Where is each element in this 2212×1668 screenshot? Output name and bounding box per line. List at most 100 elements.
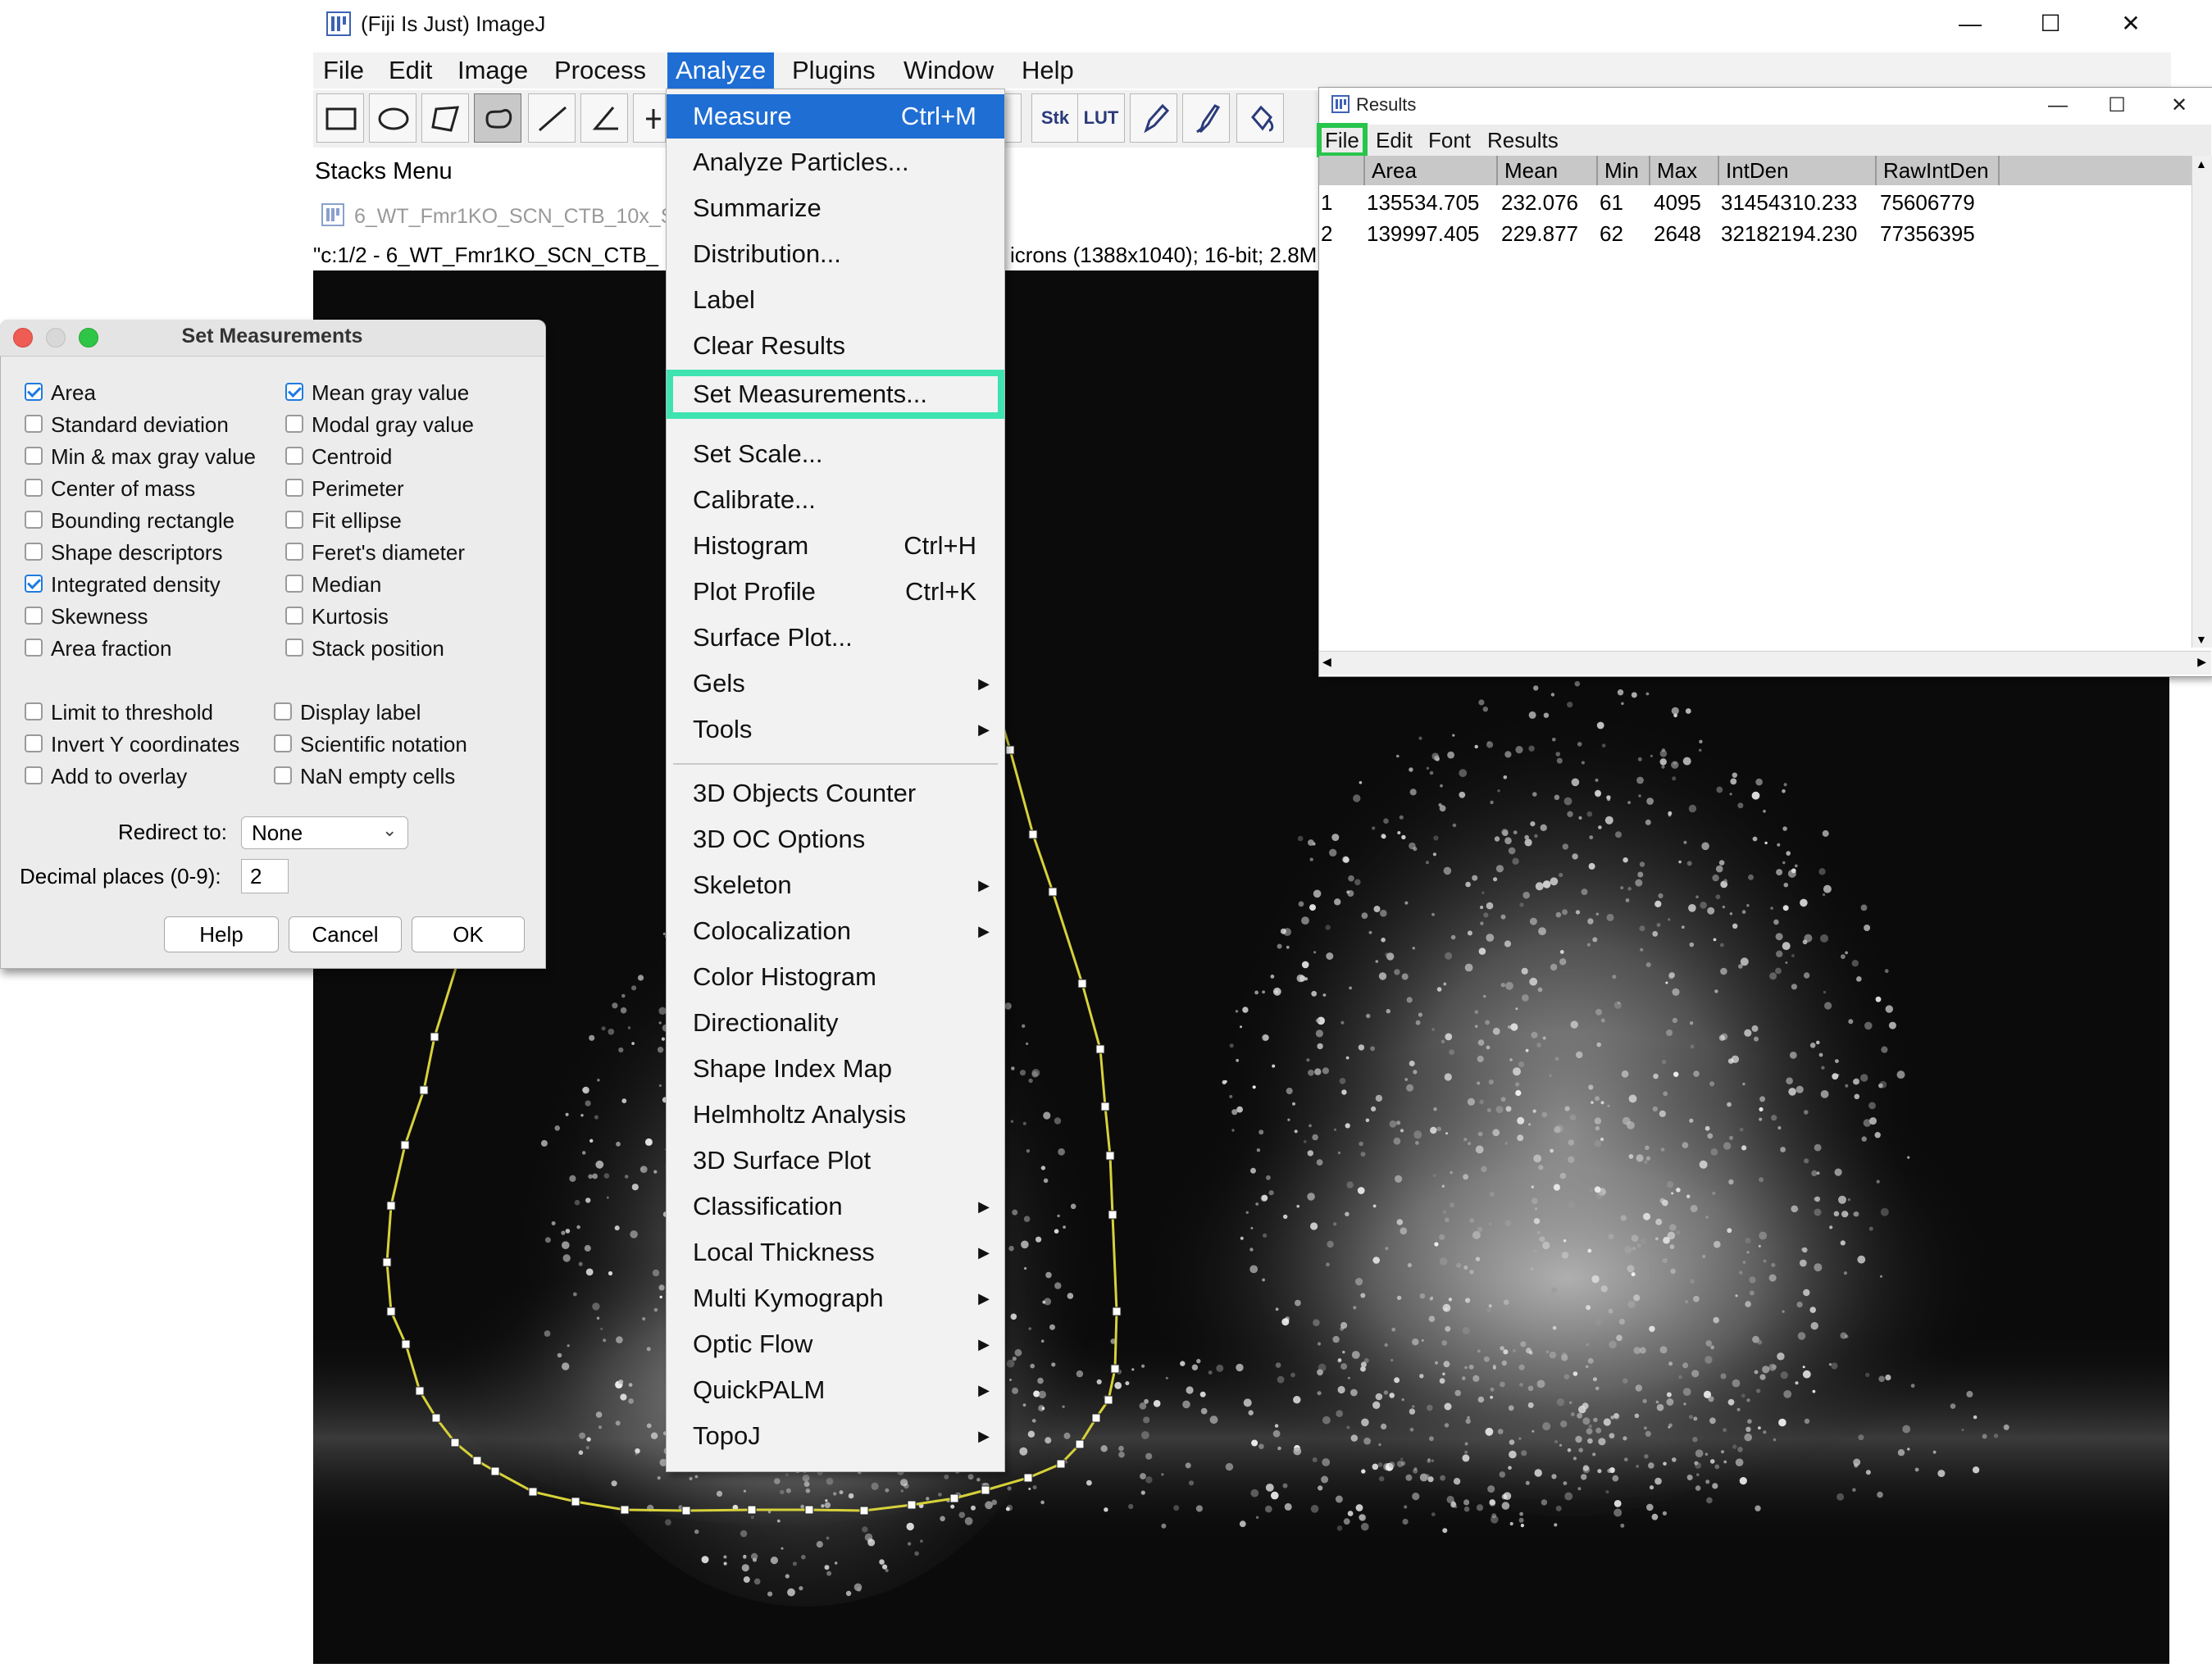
results-row-2-area[interactable]: 139997.405 xyxy=(1367,218,1479,249)
results-row-1-max[interactable]: 4095 xyxy=(1654,187,1701,218)
roi-handle[interactable] xyxy=(415,1386,425,1396)
option-scientific-notation[interactable]: Scientific notation xyxy=(274,729,467,760)
results-row-2-min[interactable]: 62 xyxy=(1600,218,1623,249)
freehand-tool[interactable] xyxy=(474,93,521,143)
menu-item-plot-profile[interactable]: Plot Profile Ctrl+K xyxy=(667,570,1004,614)
scroll-up-icon[interactable]: ▲ xyxy=(2196,157,2207,170)
oval-tool[interactable] xyxy=(369,93,416,143)
option-center-of-mass[interactable]: Center of mass xyxy=(25,473,195,504)
roi-handle[interactable] xyxy=(450,1438,460,1448)
roi-handle[interactable] xyxy=(1112,1307,1122,1316)
menu-item-measure[interactable]: Measure Ctrl+M xyxy=(667,94,1004,139)
results-horizontal-scrollbar[interactable]: ◀ ▶ xyxy=(1319,651,2211,675)
minimize-button[interactable]: — xyxy=(1941,5,1999,43)
roi-handle[interactable] xyxy=(747,1505,757,1515)
option-bounding-rectangle[interactable]: Bounding rectangle xyxy=(25,505,234,536)
menu-item-skeleton[interactable]: Skeleton ▶ xyxy=(667,863,1004,907)
option-centroid[interactable]: Centroid xyxy=(285,441,392,472)
menu-item-summarize[interactable]: Summarize xyxy=(667,186,1004,230)
menu-item-colocalization[interactable]: Colocalization ▶ xyxy=(667,909,1004,953)
pencil-tool[interactable] xyxy=(1130,93,1177,143)
results-row-2-max[interactable]: 2648 xyxy=(1654,218,1701,249)
roi-handle[interactable] xyxy=(1005,745,1015,755)
option-invert-y-coordinates[interactable]: Invert Y coordinates xyxy=(25,729,239,760)
menu-item-3d-surface-plot[interactable]: 3D Surface Plot xyxy=(667,1139,1004,1183)
results-col-min[interactable]: Min xyxy=(1598,156,1650,185)
menu-item-clear-results[interactable]: Clear Results xyxy=(667,324,1004,368)
roi-handle[interactable] xyxy=(1048,887,1058,897)
checkbox[interactable] xyxy=(285,511,303,529)
menu-item-label[interactable]: Label xyxy=(667,278,1004,322)
menu-item-distribution[interactable]: Distribution... xyxy=(667,232,1004,276)
checkbox[interactable] xyxy=(25,383,43,402)
roi-handle[interactable] xyxy=(620,1505,630,1515)
lut-tool[interactable]: LUT xyxy=(1077,93,1125,143)
roi-handle[interactable] xyxy=(528,1487,538,1497)
results-row-1-intden[interactable]: 31454310.233 xyxy=(1721,187,1857,218)
menu-item-set-measurements[interactable]: Set Measurements... xyxy=(667,370,1004,419)
option-limit-to-threshold[interactable]: Limit to threshold xyxy=(25,697,213,728)
menu-plugins[interactable]: Plugins xyxy=(784,52,884,89)
results-vertical-scrollbar[interactable]: ▲ ▼ xyxy=(2192,156,2212,648)
scroll-right-icon[interactable]: ▶ xyxy=(2197,655,2206,669)
results-col-max[interactable]: Max xyxy=(1650,156,1719,185)
roi-handle[interactable] xyxy=(1104,1395,1113,1405)
cancel-button[interactable]: Cancel xyxy=(289,916,402,952)
checkbox[interactable] xyxy=(25,766,43,785)
checkbox[interactable] xyxy=(274,702,292,721)
roi-handle[interactable] xyxy=(382,1257,392,1267)
menu-item-quickpalm[interactable]: QuickPALM ▶ xyxy=(667,1368,1004,1412)
roi-handle[interactable] xyxy=(1091,1413,1101,1423)
checkbox[interactable] xyxy=(25,479,43,498)
checkbox[interactable] xyxy=(274,766,292,785)
option-kurtosis[interactable]: Kurtosis xyxy=(285,601,389,632)
point-tool[interactable] xyxy=(633,93,666,143)
brush-tool[interactable] xyxy=(1182,93,1230,143)
results-row-1-area[interactable]: 135534.705 xyxy=(1367,187,1479,218)
roi-handle[interactable] xyxy=(431,1413,441,1423)
menu-item-gels[interactable]: Gels ▶ xyxy=(667,661,1004,706)
option-min-max-gray-value[interactable]: Min & max gray value xyxy=(25,441,256,472)
menu-item-classification[interactable]: Classification ▶ xyxy=(667,1184,1004,1229)
results-row-1-min[interactable]: 61 xyxy=(1600,187,1623,218)
menu-item-local-thickness[interactable]: Local Thickness ▶ xyxy=(667,1230,1004,1275)
checkbox[interactable] xyxy=(25,734,43,753)
results-col-index[interactable] xyxy=(1319,156,1365,185)
roi-handle[interactable] xyxy=(1023,1473,1033,1483)
results-minimize-button[interactable]: — xyxy=(2033,90,2082,121)
results-row-2-rawintden[interactable]: 77356395 xyxy=(1880,218,1975,249)
menu-item-surface-plot[interactable]: Surface Plot... xyxy=(667,616,1004,660)
checkbox[interactable] xyxy=(285,479,303,498)
results-col-mean[interactable]: Mean xyxy=(1498,156,1598,185)
results-menu-file[interactable]: File xyxy=(1317,123,1368,157)
roi-handle[interactable] xyxy=(1056,1459,1066,1469)
results-maximize-button[interactable]: ☐ xyxy=(2092,90,2141,121)
roi-handle[interactable] xyxy=(1095,1044,1105,1054)
roi-handle[interactable] xyxy=(386,1201,396,1211)
stacks-tool[interactable]: Stk xyxy=(1031,93,1079,143)
results-col-intden[interactable]: IntDen xyxy=(1719,156,1877,185)
roi-handle[interactable] xyxy=(949,1493,959,1503)
results-col-area[interactable]: Area xyxy=(1365,156,1498,185)
roi-handle[interactable] xyxy=(1028,829,1038,839)
close-button[interactable]: ✕ xyxy=(2102,5,2160,43)
option-shape-descriptors[interactable]: Shape descriptors xyxy=(25,537,223,568)
results-menu-results[interactable]: Results xyxy=(1481,125,1565,156)
help-button[interactable]: Help xyxy=(164,916,279,952)
option-median[interactable]: Median xyxy=(285,569,381,600)
flood-fill-tool[interactable] xyxy=(1236,93,1284,143)
menu-image[interactable]: Image xyxy=(449,52,536,89)
menu-item-optic-flow[interactable]: Optic Flow ▶ xyxy=(667,1322,1004,1366)
roi-handle[interactable] xyxy=(1108,1210,1117,1220)
menu-window[interactable]: Window xyxy=(895,52,1002,89)
roi-handle[interactable] xyxy=(804,1505,814,1515)
option-mean-gray-value[interactable]: Mean gray value xyxy=(285,377,469,408)
menu-item-color-histogram[interactable]: Color Histogram xyxy=(667,955,1004,999)
line-tool[interactable] xyxy=(528,93,576,143)
option-display-label[interactable]: Display label xyxy=(274,697,421,728)
results-close-button[interactable]: ✕ xyxy=(2155,90,2204,121)
roi-handle[interactable] xyxy=(386,1307,396,1316)
results-row-1-index[interactable]: 1 xyxy=(1321,187,1332,218)
scroll-down-icon[interactable]: ▼ xyxy=(2196,633,2207,646)
decimal-places-input[interactable]: 2 xyxy=(241,859,289,893)
